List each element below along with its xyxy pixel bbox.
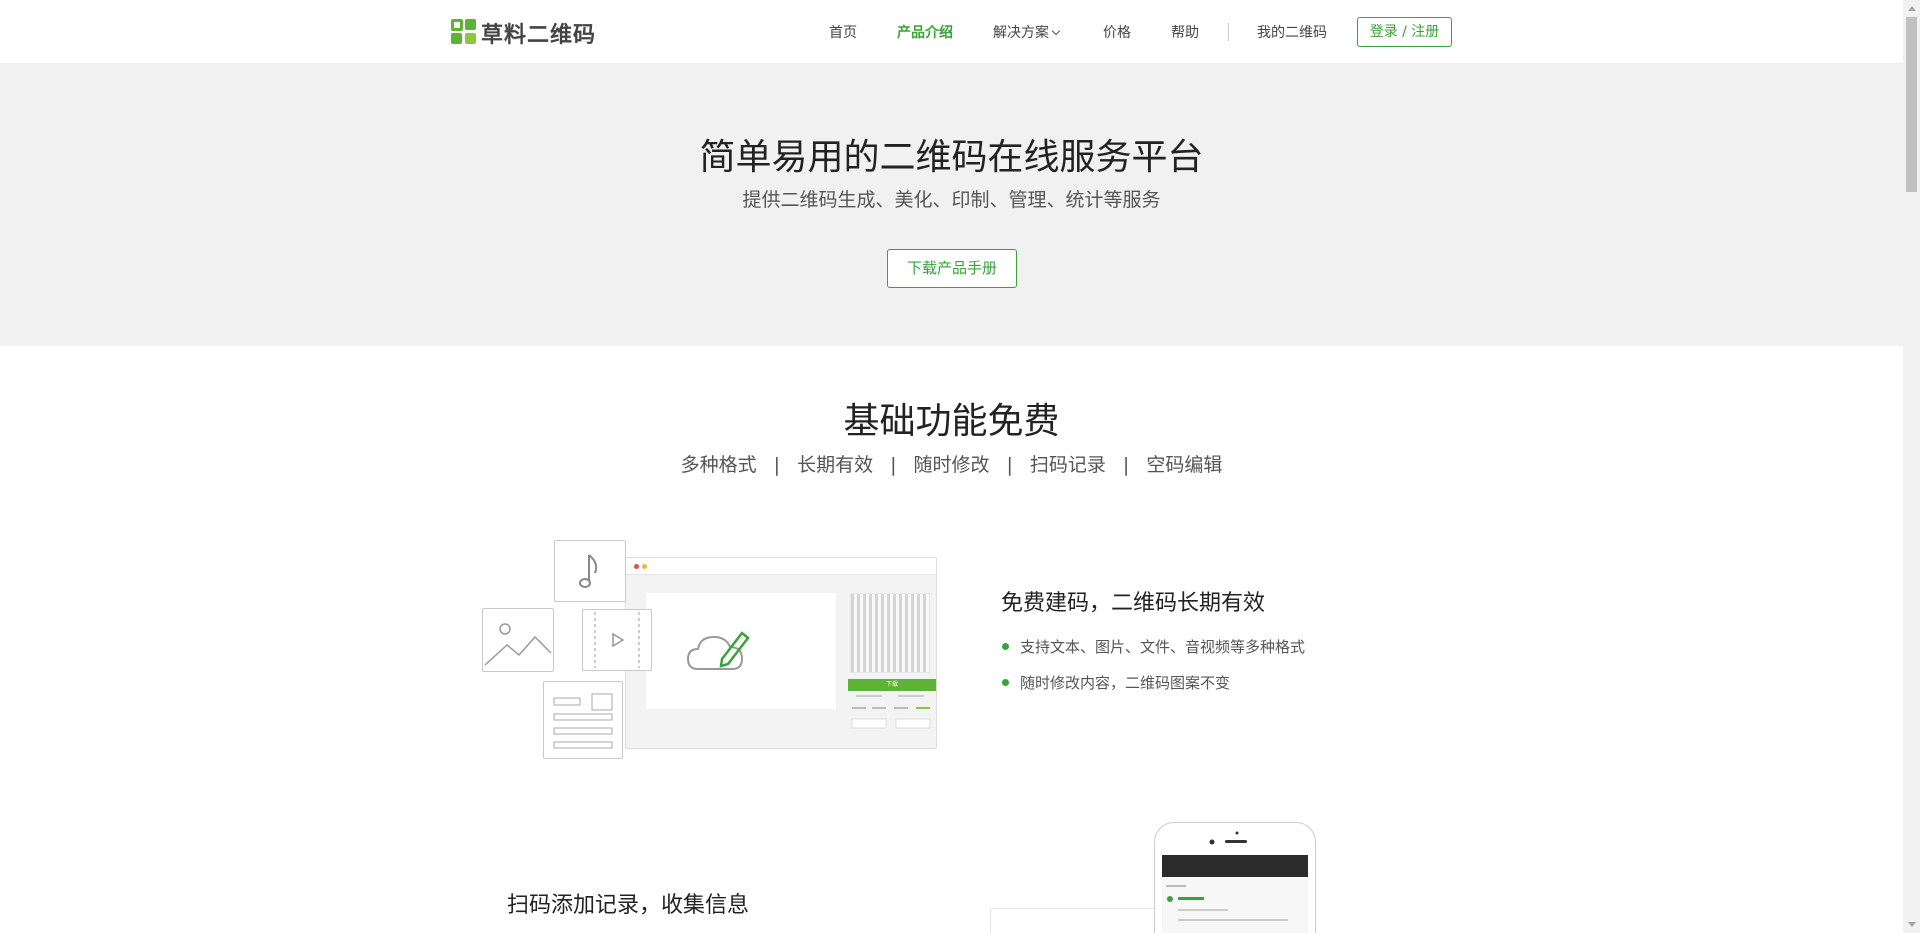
feature-separator: | xyxy=(890,454,897,476)
nav-divider xyxy=(1228,23,1229,41)
login-register-button[interactable]: 登录 / 注册 xyxy=(1357,17,1452,47)
nav-solutions[interactable]: 解决方案 xyxy=(993,22,1061,42)
format-illustration: 下载 xyxy=(480,538,937,762)
feature-item: 扫码记录 xyxy=(1029,454,1106,476)
music-note-icon xyxy=(554,540,626,602)
qr-options xyxy=(851,695,931,729)
editor-area xyxy=(646,593,836,709)
hero-subtitle: 提供二维码生成、美化、印制、管理、统计等服务 xyxy=(742,189,1161,211)
bullet-dot-icon xyxy=(1002,679,1009,686)
block1-bullet: 支持文本、图片、文件、音视频等多种格式 xyxy=(1002,636,1305,657)
feature-item: 多种格式 xyxy=(680,454,757,476)
nav-product[interactable]: 产品介绍 xyxy=(897,22,953,42)
record-card xyxy=(990,908,1162,933)
scroll-down-icon[interactable] xyxy=(1908,922,1916,927)
block1-bullet: 随时修改内容，二维码图案不变 xyxy=(1002,672,1230,693)
block1-bullet-text: 随时修改内容，二维码图案不变 xyxy=(1020,674,1231,692)
page-scrollbar[interactable] xyxy=(1903,0,1920,933)
browser-bar xyxy=(626,558,936,575)
scrollbar-thumb[interactable] xyxy=(1906,17,1917,192)
nav-solutions-label: 解决方案 xyxy=(993,25,1049,41)
chevron-down-icon xyxy=(1051,26,1061,36)
window-dot-icon xyxy=(642,564,647,569)
document-icon xyxy=(543,681,623,759)
main-nav: 首页 产品介绍 解决方案 价格 帮助 我的二维码 xyxy=(0,22,1903,42)
phone-content xyxy=(1166,885,1288,921)
nav-home[interactable]: 首页 xyxy=(829,22,857,42)
feature-separator: | xyxy=(1006,454,1013,476)
browser-mockup: 下载 xyxy=(625,557,937,749)
window-dot-icon xyxy=(634,564,639,569)
hero-title: 简单易用的二维码在线服务平台 xyxy=(699,137,1204,178)
feature-separator: | xyxy=(1122,454,1130,476)
video-icon xyxy=(582,609,652,671)
nav-help[interactable]: 帮助 xyxy=(1171,22,1199,42)
feature-item: 随时修改 xyxy=(913,454,990,476)
block1-bullet-text: 支持文本、图片、文件、音视频等多种格式 xyxy=(1020,638,1306,656)
section-title: 基础功能免费 xyxy=(843,401,1060,442)
scroll-up-icon[interactable] xyxy=(1908,6,1916,11)
feature-separator: | xyxy=(773,454,781,476)
image-icon xyxy=(482,608,554,672)
download-manual-button[interactable]: 下载产品手册 xyxy=(887,249,1017,288)
qr-download-button: 下载 xyxy=(848,679,936,691)
nav-pricing[interactable]: 价格 xyxy=(1103,22,1131,42)
feature-item: 长期有效 xyxy=(797,454,874,476)
site-header: 草料二维码 首页 产品介绍 解决方案 价格 帮助 我的二维码 登录 / 注册 xyxy=(0,0,1903,64)
phone-status-bar xyxy=(1162,855,1308,877)
block1-title: 免费建码，二维码长期有效 xyxy=(1001,591,1266,616)
bullet-dot-icon xyxy=(1002,643,1009,650)
cloud-edit-icon xyxy=(686,631,750,670)
phone-screen xyxy=(1162,855,1308,933)
qr-code-icon xyxy=(850,593,930,673)
qr-panel: 下载 xyxy=(848,593,936,743)
phone-speaker-icon xyxy=(1209,831,1247,845)
hero-banner: 简单易用的二维码在线服务平台 提供二维码生成、美化、印制、管理、统计等服务 下载… xyxy=(0,64,1903,346)
block2-title: 扫码添加记录，收集信息 xyxy=(507,893,750,918)
phone-mockup xyxy=(1154,822,1316,933)
nav-my-qr[interactable]: 我的二维码 xyxy=(1257,22,1327,42)
feature-list: 多种格式 | 长期有效 | 随时修改 | 扫码记录 | 空码编辑 xyxy=(0,450,1903,477)
feature-item: 空码编辑 xyxy=(1146,454,1223,476)
page: 草料二维码 首页 产品介绍 解决方案 价格 帮助 我的二维码 登录 / 注册 简… xyxy=(0,0,1903,933)
